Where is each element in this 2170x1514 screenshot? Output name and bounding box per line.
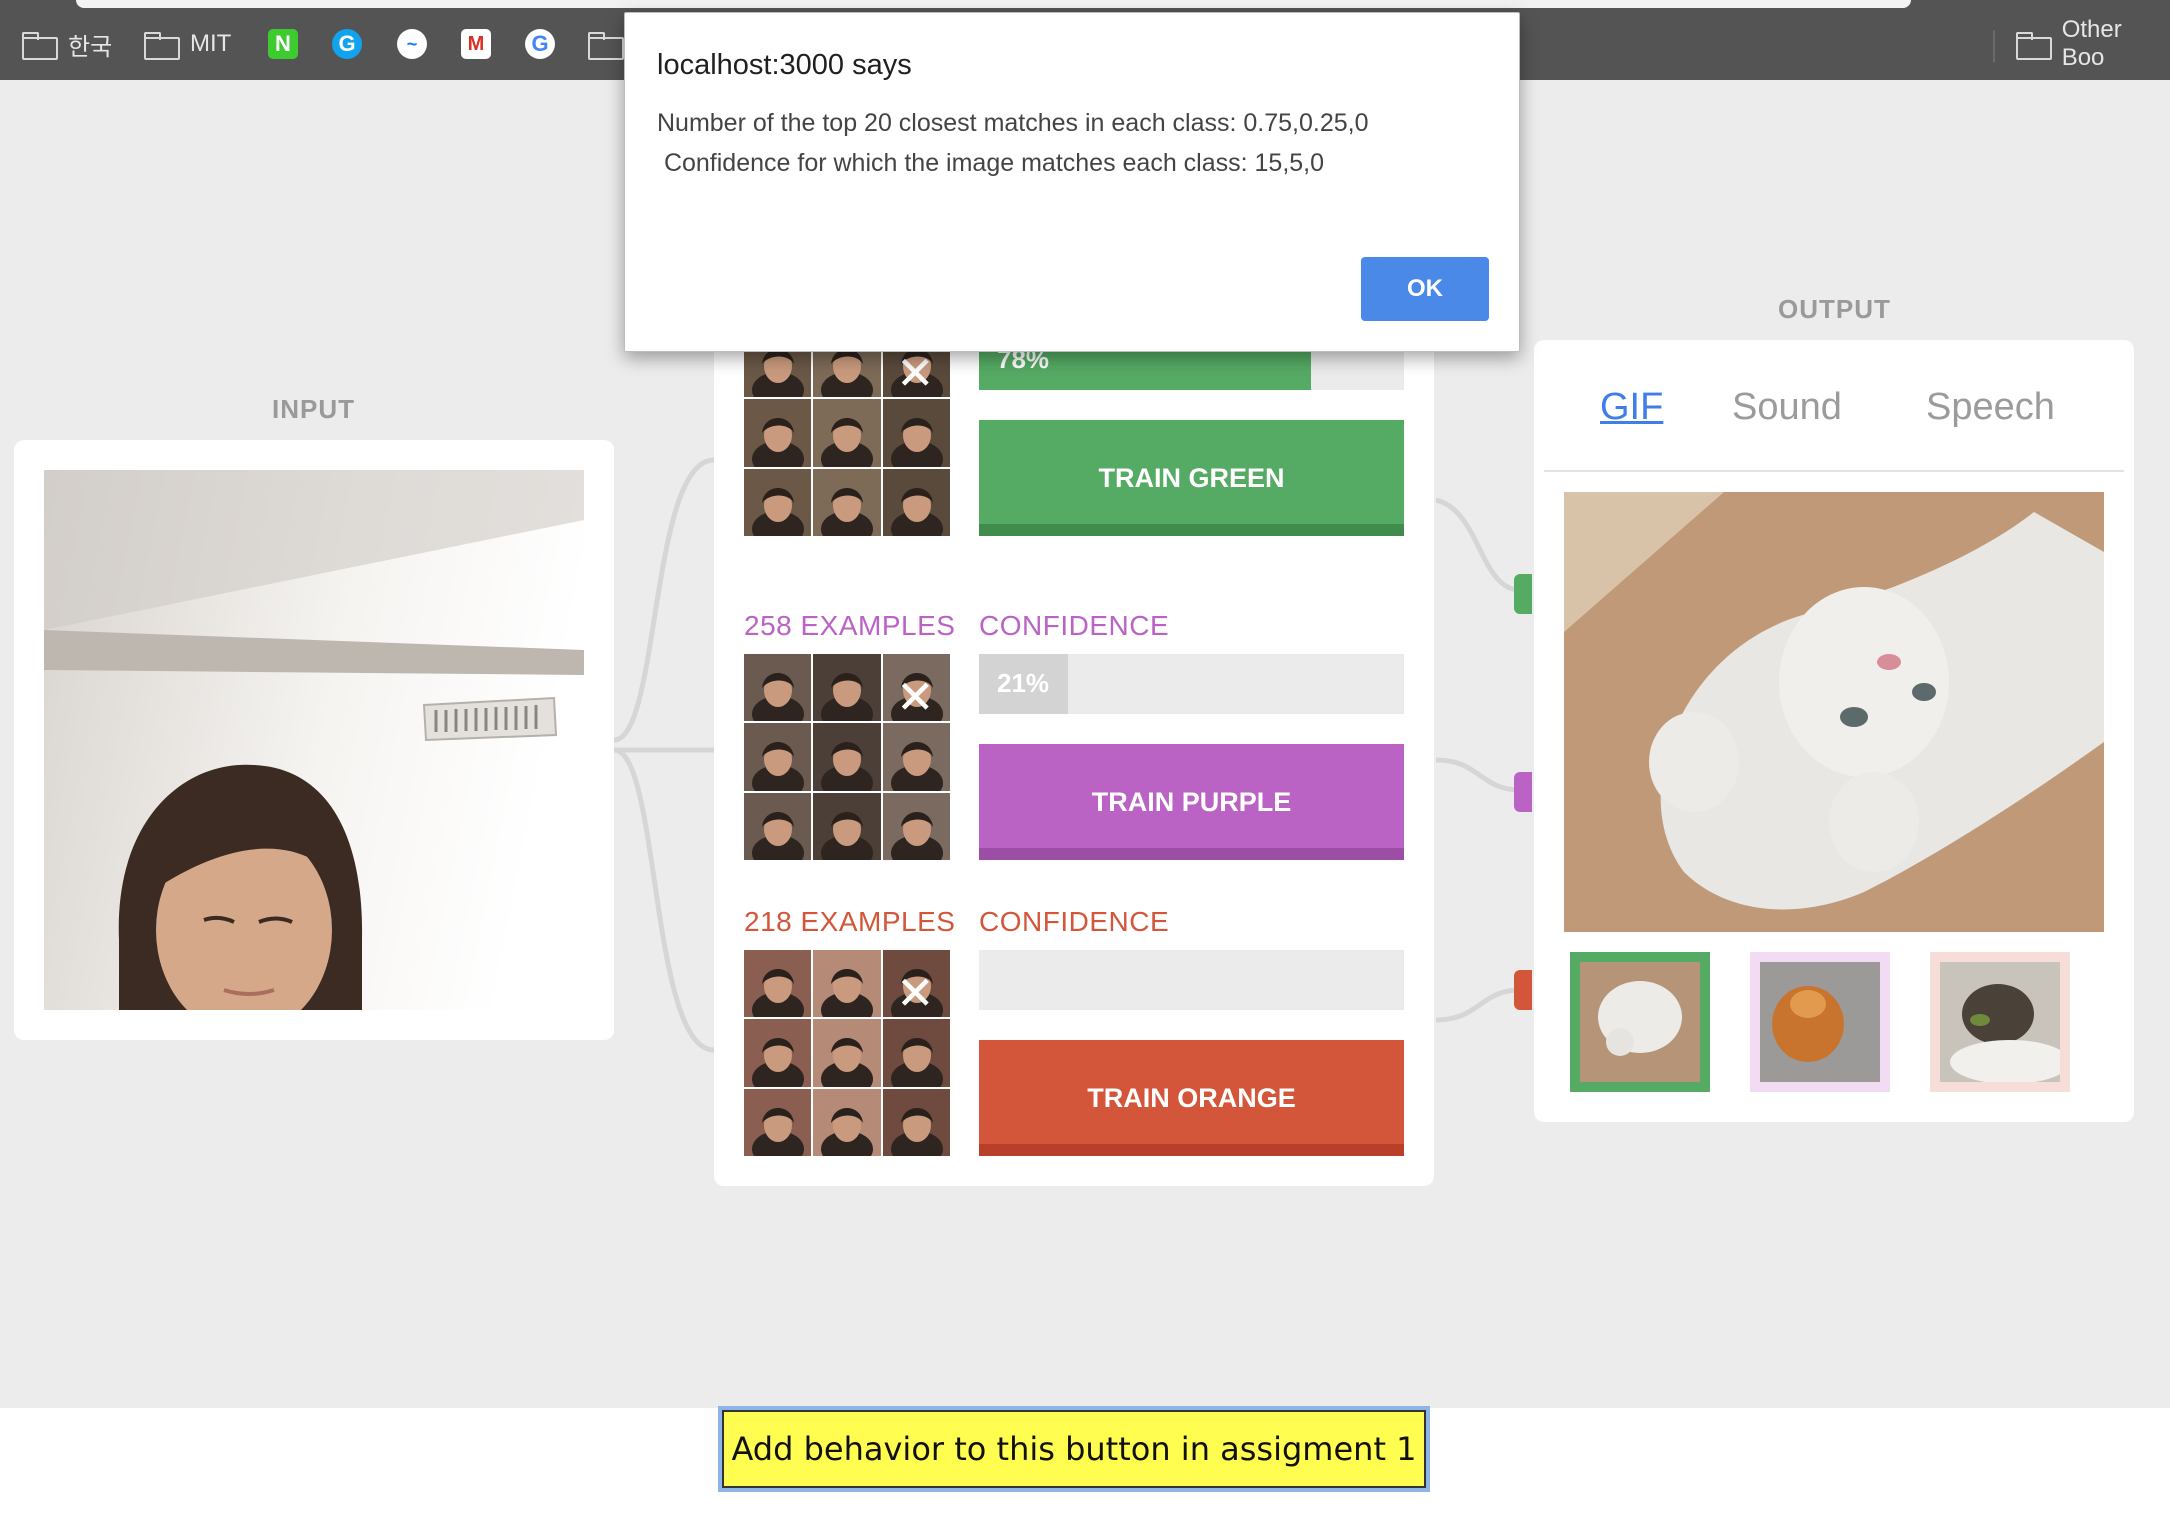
- example-thumbnail: [813, 654, 881, 722]
- example-thumbnail: [744, 723, 812, 791]
- dialog-ok-button[interactable]: OK: [1361, 257, 1489, 321]
- bookmark-google[interactable]: G: [525, 26, 555, 62]
- train-purple-label: TRAIN PURPLE: [1091, 786, 1292, 817]
- button-shade: [979, 848, 1404, 860]
- example-thumbnail: [744, 399, 812, 467]
- gif-thumbnail-green[interactable]: [1570, 952, 1710, 1092]
- tab-sound[interactable]: Sound: [1732, 386, 1842, 429]
- train-orange-button[interactable]: TRAIN ORANGE: [979, 1040, 1404, 1156]
- tab-gif[interactable]: GIF: [1600, 386, 1663, 429]
- google-icon: G: [525, 29, 555, 59]
- input-card: [14, 440, 614, 1040]
- folder-icon: [2016, 32, 2052, 60]
- orange-output-connector: [1514, 970, 1532, 1010]
- folder-icon: [588, 32, 624, 60]
- folder-icon: [22, 32, 58, 60]
- example-thumbnail: [813, 468, 881, 536]
- webcam-feed: [44, 470, 584, 1010]
- output-gif: [1564, 492, 2104, 932]
- clear-examples-icon[interactable]: ✕: [896, 970, 935, 1016]
- gif-thumbnail-purple[interactable]: [1750, 952, 1890, 1092]
- green-output-connector: [1514, 574, 1532, 614]
- alert-dialog: localhost:3000 says Number of the top 20…: [624, 12, 1520, 352]
- assignment-button[interactable]: Add behavior to this button in assigment…: [718, 1406, 1430, 1492]
- omnibox-edge: [76, 0, 1911, 8]
- output-title: OUTPUT: [1778, 294, 1891, 324]
- bookmark-naver[interactable]: N: [268, 26, 298, 62]
- example-thumbnail: [882, 399, 950, 467]
- output-card: GIF Sound Speech: [1534, 340, 2134, 1122]
- bookmark-label: MIT: [190, 30, 232, 57]
- example-thumbnail: [813, 792, 881, 860]
- messenger-icon: ~: [397, 29, 427, 59]
- example-thumbnail: [882, 468, 950, 536]
- bookmarks-separator: [1993, 30, 1995, 62]
- confidence-bar: 21%: [979, 654, 1404, 714]
- bookmark-folder-korea[interactable]: 한국: [22, 26, 112, 62]
- tab-divider: [1544, 470, 2124, 472]
- bookmark-gmail[interactable]: M: [461, 26, 491, 62]
- example-thumbnail: [813, 950, 881, 1018]
- rabbit-thumbnail-image: [1940, 962, 2060, 1082]
- example-thumbnail: [744, 950, 812, 1018]
- dialog-message-line-2: Confidence for which the image matches e…: [657, 149, 1325, 177]
- dialog-message-line-1: Number of the top 20 closest matches in …: [657, 109, 1369, 137]
- button-shade: [979, 1144, 1404, 1156]
- webcam-image: [44, 470, 584, 1010]
- example-thumbnail: [744, 1088, 812, 1156]
- input-title: INPUT: [272, 394, 355, 424]
- example-thumbnail: [744, 468, 812, 536]
- pomeranian-thumbnail: [1760, 962, 1880, 1082]
- training-panel: ✕ 78% TRAIN GREEN 258 EXAMPLES CONFIDENC…: [714, 330, 1434, 1186]
- gif-thumbnail-orange[interactable]: [1930, 952, 2070, 1092]
- purple-output-connector: [1514, 772, 1532, 812]
- example-thumbnail: [813, 1019, 881, 1087]
- bookmark-label: 한국: [68, 33, 113, 61]
- gmail-icon: M: [461, 29, 491, 59]
- folder-icon: [144, 32, 180, 60]
- bookmark-folder-mit[interactable]: MIT: [144, 26, 231, 62]
- grammarly-icon: G: [332, 29, 362, 59]
- rabbit-thumbnail: [1940, 962, 2060, 1082]
- bookmark-other-bookmarks[interactable]: Other Boo: [2016, 16, 2170, 71]
- example-thumbnail: [882, 1088, 950, 1156]
- clear-examples-icon[interactable]: ✕: [896, 674, 935, 720]
- example-thumbnail: [813, 1088, 881, 1156]
- cat-gif-image: [1564, 492, 2104, 932]
- train-green-button[interactable]: TRAIN GREEN: [979, 420, 1404, 536]
- other-bookmarks-label: Other Boo: [2061, 16, 2122, 71]
- train-green-label: TRAIN GREEN: [1098, 462, 1285, 493]
- examples-count-label: 258 EXAMPLES: [744, 610, 956, 641]
- example-thumbnail: [744, 1019, 812, 1087]
- confidence-label: CONFIDENCE: [979, 906, 1170, 937]
- example-thumbnail: [882, 792, 950, 860]
- clear-examples-icon[interactable]: ✕: [896, 350, 935, 396]
- bookmark-messenger[interactable]: ~: [397, 26, 427, 62]
- dog-thumbnail-image: [1760, 962, 1880, 1082]
- examples-count-label: 218 EXAMPLES: [744, 906, 956, 937]
- confidence-value: 21%: [997, 668, 1050, 698]
- example-thumbnail: [882, 723, 950, 791]
- example-thumbnail: [744, 792, 812, 860]
- naver-icon: N: [268, 29, 298, 59]
- confidence-bar: [979, 950, 1404, 1010]
- cat-thumbnail-image: [1580, 962, 1700, 1082]
- example-thumbnail: [744, 654, 812, 722]
- confidence-bar-fill: 21%: [979, 654, 1069, 714]
- train-orange-label: TRAIN ORANGE: [1087, 1082, 1296, 1113]
- tab-speech[interactable]: Speech: [1926, 386, 2055, 429]
- bookmark-grammarly[interactable]: G: [332, 26, 362, 62]
- example-thumbnail: [813, 399, 881, 467]
- cat-thumbnail: [1580, 962, 1700, 1082]
- confidence-label: CONFIDENCE: [979, 610, 1170, 641]
- button-shade: [979, 524, 1404, 536]
- dialog-title: localhost:3000 says: [657, 49, 912, 81]
- example-thumbnail: [882, 1019, 950, 1087]
- train-purple-button[interactable]: TRAIN PURPLE: [979, 744, 1404, 860]
- example-thumbnail: [813, 723, 881, 791]
